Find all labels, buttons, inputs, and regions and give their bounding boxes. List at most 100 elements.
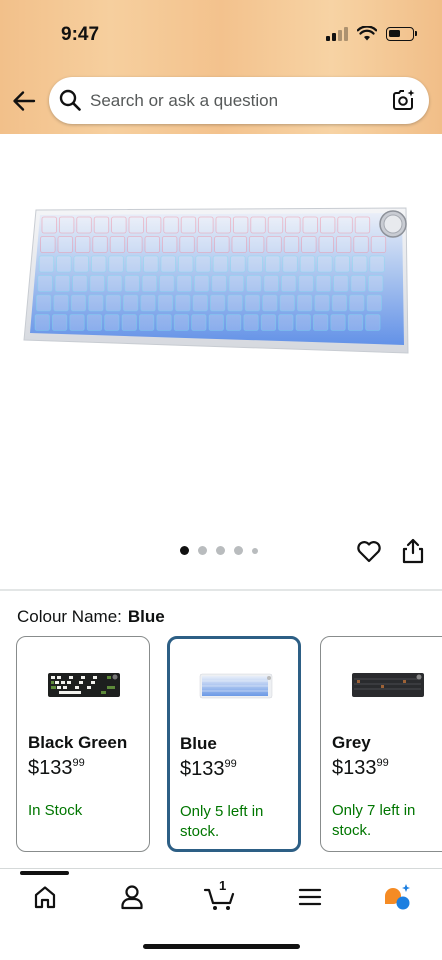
keycap	[161, 236, 178, 253]
keycap	[302, 216, 318, 234]
keycap	[214, 236, 230, 253]
keycap	[248, 236, 265, 253]
home-icon[interactable]	[30, 882, 60, 912]
keycap	[365, 314, 381, 331]
pagination-dot[interactable]	[234, 546, 243, 555]
keycap	[353, 236, 369, 253]
back-arrow-icon[interactable]	[11, 88, 37, 114]
keycap	[54, 275, 71, 292]
keycap	[263, 275, 279, 292]
keycap	[175, 294, 191, 312]
keycap	[231, 236, 247, 253]
keycap	[176, 275, 192, 292]
keycap	[105, 294, 121, 312]
swatch-grey[interactable]: Grey $13399 Only 7 left in stock.	[320, 636, 442, 852]
keycap	[260, 314, 277, 331]
keycap	[296, 294, 313, 312]
keycap	[349, 294, 365, 312]
keycap	[209, 294, 226, 312]
keycap	[57, 236, 73, 253]
pagination-dot[interactable]	[180, 546, 189, 555]
keycap	[121, 314, 137, 331]
search-input[interactable]: Search or ask a question	[90, 91, 278, 111]
keycap	[59, 216, 75, 234]
keycap	[159, 275, 175, 292]
keycap	[35, 294, 52, 312]
swatch-name: Grey	[332, 733, 371, 752]
keycap	[366, 294, 382, 312]
keycap	[191, 314, 207, 331]
black-green-keyboard-thumbnail	[48, 673, 120, 697]
keycap	[330, 314, 346, 331]
keycap	[312, 314, 329, 331]
keycap	[88, 294, 104, 312]
cellular-signal-icon	[326, 26, 348, 41]
product-image[interactable]	[20, 205, 412, 360]
keycap	[73, 255, 89, 273]
keycap	[243, 314, 259, 331]
keycap	[72, 275, 88, 292]
active-tab-indicator	[20, 871, 69, 875]
share-icon[interactable]	[401, 538, 425, 564]
battery-icon	[386, 26, 417, 41]
header: 9:47 Search or ask a question	[0, 0, 442, 134]
heart-icon[interactable]	[356, 538, 382, 564]
keycap	[228, 275, 245, 292]
home-indicator	[143, 944, 300, 949]
keycap	[369, 255, 385, 273]
swatch-black-green[interactable]: Black Green $13399 In Stock	[16, 636, 150, 852]
keycap	[173, 314, 190, 331]
keycap	[109, 236, 126, 253]
keycap	[298, 275, 314, 292]
keycap	[232, 216, 249, 234]
keycap	[315, 275, 332, 292]
keycap	[34, 314, 50, 331]
keycap	[334, 255, 350, 273]
pagination-dot[interactable]	[252, 547, 258, 554]
keycap	[143, 255, 159, 273]
keycap	[280, 275, 297, 292]
keycap	[337, 216, 353, 234]
keycap	[123, 294, 139, 312]
swatch-price: $13399	[180, 758, 237, 780]
keycap	[76, 216, 92, 234]
swatch-price: $13399	[28, 757, 85, 779]
keycap	[250, 216, 266, 234]
keycap	[299, 255, 316, 273]
keycap	[104, 314, 120, 331]
keycap	[212, 255, 229, 273]
keycap	[177, 255, 194, 273]
keycap	[317, 255, 333, 273]
keycap	[125, 255, 142, 273]
keycap	[163, 216, 179, 234]
keycap	[52, 314, 68, 331]
pagination-dot[interactable]	[198, 546, 207, 555]
keycap	[146, 216, 162, 234]
search-bar[interactable]: Search or ask a question	[49, 77, 429, 124]
keycap	[38, 255, 55, 273]
account-icon[interactable]	[117, 882, 147, 912]
keycap	[278, 314, 294, 331]
keycap	[108, 255, 124, 273]
keycap	[41, 216, 57, 234]
rufus-assistant-icon[interactable]	[381, 882, 413, 912]
image-pagination-dots	[180, 546, 258, 555]
keycap	[244, 294, 261, 312]
keycap	[89, 275, 105, 292]
pagination-dot[interactable]	[216, 546, 225, 555]
keycap	[319, 216, 336, 234]
status-time: 9:47	[61, 24, 100, 45]
keycap	[127, 236, 143, 253]
keycap	[351, 255, 368, 273]
keycap	[192, 294, 208, 312]
keycap	[157, 294, 174, 312]
status-icons	[326, 26, 417, 41]
keycap	[208, 314, 224, 331]
bottom-nav-divider	[0, 868, 442, 869]
camera-search-icon[interactable]	[391, 88, 416, 113]
keycap	[266, 236, 282, 253]
keycap	[225, 314, 242, 331]
keycap	[367, 275, 384, 292]
swatch-blue[interactable]: Blue $13399 Only 5 left in stock.	[167, 636, 301, 852]
menu-icon[interactable]	[295, 882, 325, 912]
